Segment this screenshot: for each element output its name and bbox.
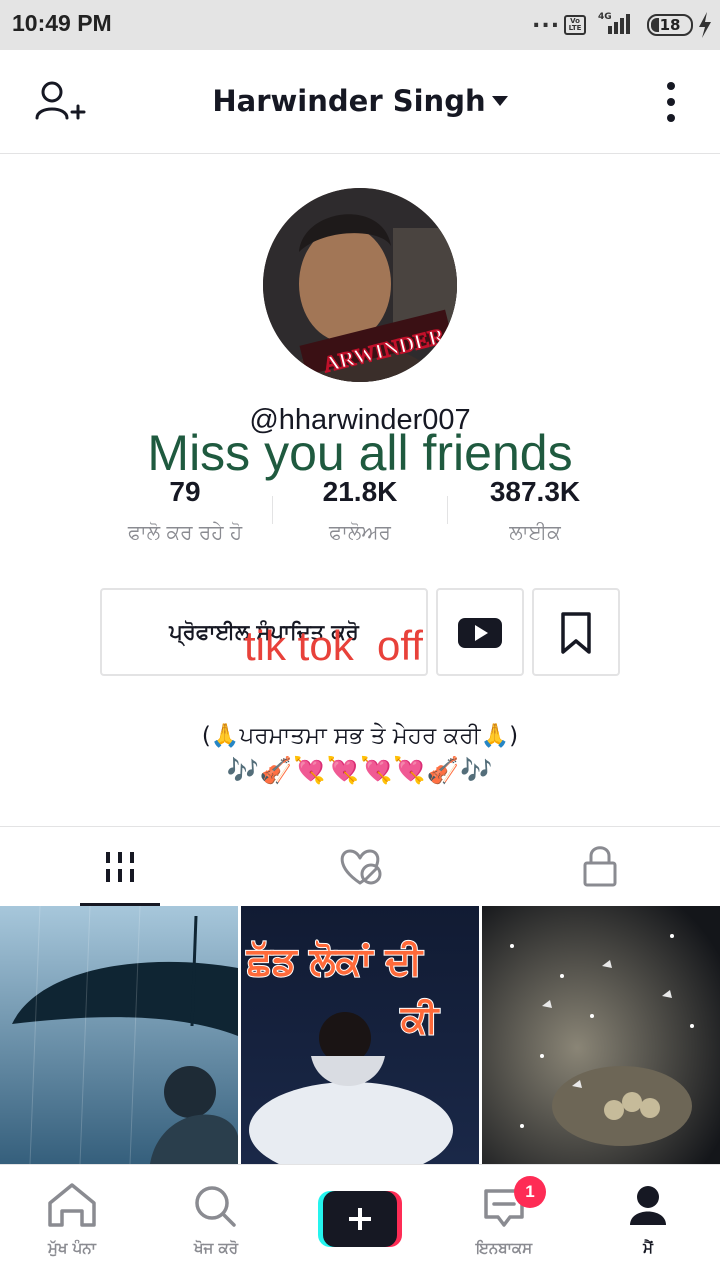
private-lock-icon [583,846,617,887]
video-thumbnail-image: ਛੱਡ ਲੋਕਾਂ ਦੀ ਕੀ [241,906,479,1164]
video-thumbnail[interactable] [0,906,238,1164]
signal-icon: 4G [596,12,636,36]
likes-label: ਲਾਈਕ [509,520,561,544]
nav-create[interactable] [288,1165,432,1280]
following-label: ਫਾਲੋ ਕਰ ਰਹੇ ਹੋ [127,520,243,544]
followers-count: 21.8K [322,476,398,507]
following-count: 79 [169,476,201,507]
nav-inbox-label: ਇਨਬਾਕਸ [475,1239,533,1257]
profile-icon [630,1186,666,1225]
nav-search[interactable]: ਖੋਜ ਕਰੋ [144,1165,288,1280]
youtube-icon [458,618,502,648]
overlay-caption-red: tik tok off [244,622,423,669]
followers-label: ਫਾਲੋਅਰ [329,520,391,544]
charging-icon [699,12,711,38]
stat-likes[interactable]: 387.3K ਲਾਈਕ [445,476,625,544]
stat-following[interactable]: 79 ਫਾਲੋ ਕਰ ਰਹੇ ਹੋ [95,476,275,544]
network-type: 4G [598,12,612,22]
youtube-button[interactable] [436,588,524,676]
nav-profile-label: ਮੈਂ [643,1239,653,1257]
video-thumbnail-image [0,906,238,1164]
search-icon [195,1186,236,1227]
page-title: Harwinder Singh [212,84,486,118]
videos-grid-icon [106,852,134,882]
tab-private[interactable] [480,827,720,907]
favorites-button[interactable] [532,588,620,676]
bio-line: (🙏ਪਰਮਾਤਮਾ ਸਭ ਤੇ ਮੇਹਰ ਕਰੀ🙏) [201,723,519,749]
volte-icon: Vo LTE [564,15,586,35]
tab-videos[interactable] [0,827,240,907]
avatar-photo: ARWINDER [263,188,457,382]
nav-inbox[interactable]: ਇਨਬਾਕਸ [432,1165,576,1280]
video-thumbnail[interactable] [482,906,720,1164]
stat-followers[interactable]: 21.8K ਫਾਲੋਅਰ [270,476,450,544]
nav-profile[interactable]: ਮੈਂ [576,1165,720,1280]
status-dots: ... [532,8,561,33]
inbox-badge: 1 [514,1176,546,1208]
home-icon [48,1183,96,1227]
tab-liked[interactable] [240,827,480,907]
nav-home[interactable]: ਮੁੱਖ ਪੰਨਾ [0,1165,144,1280]
liked-hidden-icon [340,849,382,885]
bookmark-icon [561,612,591,654]
overlay-caption: Miss you all friends [147,425,573,481]
thumbnail-text: ਕੀ [400,997,440,1041]
video-grid: ਛੱਡ ਲੋਕਾਂ ਦੀ ਕੀ [0,906,720,1164]
more-vertical-icon[interactable] [660,80,682,124]
status-time: 10:49 PM [12,10,112,36]
account-switcher[interactable]: Harwinder Singh [0,84,720,118]
thumbnail-text: ਛੱਡ ਲੋਕਾਂ ਦੀ [246,939,424,983]
inbox-icon [484,1189,524,1227]
bio-emoji-line: 🎶🎻💘💘💘💘🎻🎶 [226,756,494,786]
bottom-nav: ਮੁੱਖ ਪੰਨਾ ਖੋਜ ਕਰੋ ਇਨਬਾਕਸ ਮੈਂ [0,1164,720,1280]
battery-icon: 18 [647,14,693,36]
avatar[interactable]: ARWINDER [263,188,457,382]
nav-home-label: ਮੁੱਖ ਪੰਨਾ [48,1239,96,1257]
status-bar: 10:49 PM ... Vo LTE 4G 18 [0,0,720,50]
profile-header: Harwinder Singh [0,50,720,154]
likes-count: 387.3K [489,476,581,507]
content-tabs [0,826,720,907]
nav-search-label: ਖੋਜ ਕਰੋ [193,1239,239,1257]
chevron-down-icon [491,96,508,106]
battery-level: 18 [659,16,681,34]
video-thumbnail[interactable]: ਛੱਡ ਲੋਕਾਂ ਦੀ ਕੀ [241,906,479,1164]
create-plus-icon [318,1191,402,1247]
video-thumbnail-image [482,906,720,1164]
